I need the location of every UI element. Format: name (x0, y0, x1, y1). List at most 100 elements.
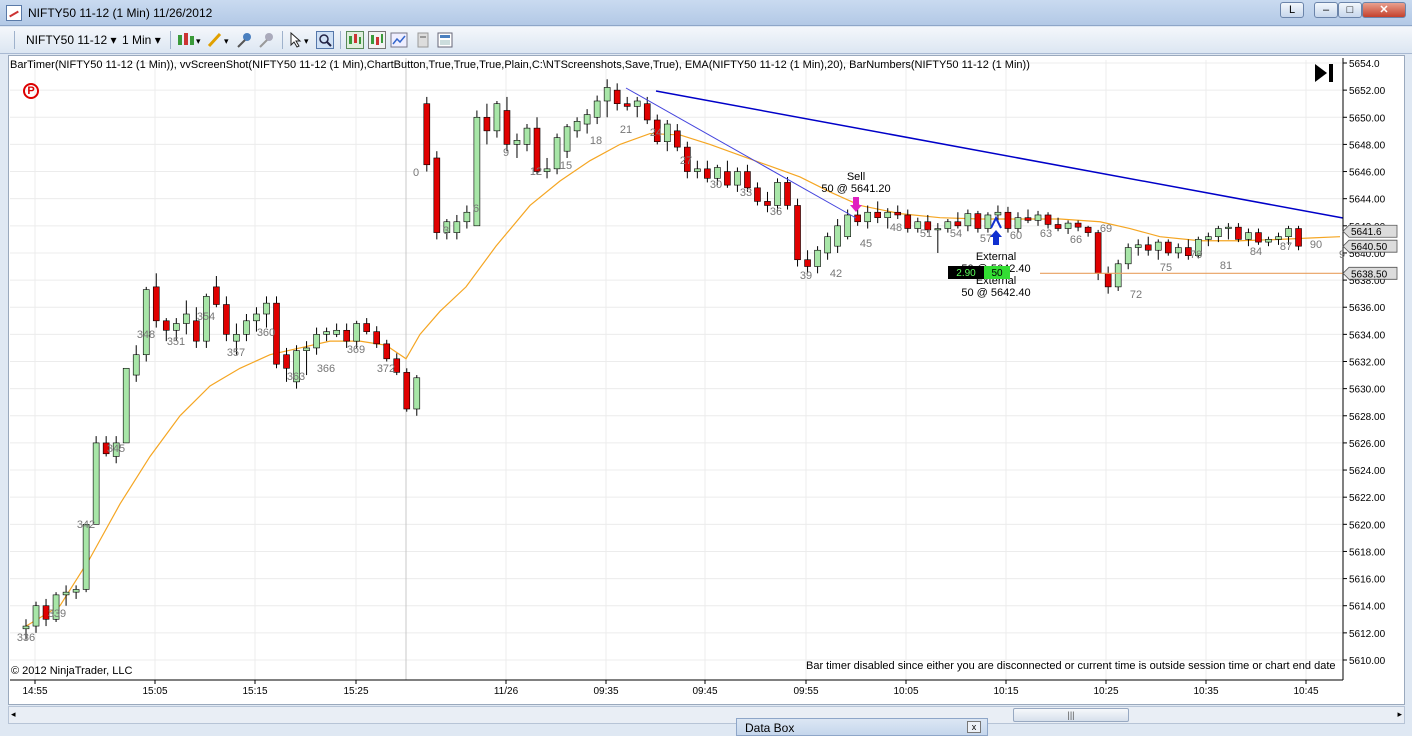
candle-body (794, 205, 801, 261)
candle-body (162, 320, 170, 331)
bar-number-label: 87 (1280, 241, 1292, 253)
candle (1265, 236, 1272, 247)
candle-body (1205, 236, 1212, 240)
candle-body (824, 236, 831, 254)
data-box-panel[interactable]: Data Box x (736, 718, 988, 736)
candle-body (142, 289, 150, 356)
bar-number-label: 12 (530, 166, 542, 178)
bar-number-label: 372 (377, 363, 395, 375)
price-tick-label: 5612.00 (1349, 629, 1386, 640)
bar-number-label: 366 (317, 363, 335, 375)
price-tick-label: 5636.00 (1349, 303, 1386, 314)
candle-body (984, 214, 992, 229)
candle-body (1225, 226, 1232, 229)
chart-horizontal-scrollbar[interactable]: ||| ◂ ▸ (8, 706, 1405, 724)
candle-body (1164, 241, 1172, 254)
candle-body (1275, 236, 1282, 240)
candle-body (263, 302, 270, 315)
candle (403, 368, 411, 412)
candle (503, 96, 511, 152)
candle (794, 198, 801, 267)
price-flag: 5641.6 (1342, 224, 1398, 238)
candle-body (673, 130, 681, 148)
p-marker-icon[interactable]: P (23, 83, 39, 99)
candle-body (173, 323, 180, 331)
price-chart[interactable]: 5610.00 5612.00 5614.00 5616.00 5618.00 5620.… (0, 0, 1412, 736)
price-tick-label: 5632.00 (1349, 358, 1386, 369)
candle (974, 210, 982, 233)
scroll-right-arrow-icon[interactable]: ▸ (1397, 709, 1402, 720)
bar-number-label: 24 (650, 127, 662, 139)
candle-body (1235, 226, 1242, 240)
candle-body (994, 211, 1002, 216)
sell-fill-label: 50 @ 5641.20 (821, 183, 890, 195)
candle-body (1034, 214, 1042, 221)
candle-body (694, 168, 701, 172)
candle-body (1144, 244, 1152, 251)
ema-polyline (25, 132, 1341, 627)
time-tick-label: 11/26 (494, 686, 519, 697)
bar-number-label: 90 (1310, 239, 1322, 251)
candle-body (132, 354, 140, 376)
candle (593, 95, 601, 125)
candle-body (62, 591, 70, 596)
candle (142, 286, 150, 362)
time-tick-label: 10:35 (1193, 686, 1218, 697)
price-tick-label: 5644.00 (1349, 195, 1386, 206)
candle-body (1295, 228, 1302, 247)
bar-number-label: 60 (1010, 230, 1022, 242)
candle (1255, 228, 1262, 245)
chart-grid (10, 58, 1343, 680)
time-tick-label: 14:55 (22, 686, 47, 697)
price-tick-label: 5646.00 (1349, 168, 1386, 179)
scrollbar-thumb[interactable]: ||| (1013, 708, 1129, 722)
bar-number-label: 18 (590, 135, 602, 147)
time-tick-label: 15:05 (142, 686, 167, 697)
candle (313, 327, 320, 355)
candle-body (1044, 214, 1052, 225)
candle-body (643, 103, 651, 121)
skip-to-end-icon[interactable] (1312, 62, 1336, 84)
candle (1074, 220, 1082, 232)
candle (814, 246, 821, 274)
candle (834, 219, 841, 253)
candle (663, 119, 671, 152)
candle-body (1215, 228, 1222, 237)
candle (263, 296, 270, 328)
bar-number-label: 45 (860, 238, 872, 250)
scroll-left-arrow-icon[interactable]: ◂ (11, 709, 16, 720)
candle-body (764, 201, 771, 206)
candle (62, 585, 70, 606)
candle (573, 117, 581, 138)
bar-timer-message: Bar timer disabled since either you are … (806, 660, 1336, 672)
bar-number-label: 339 (48, 608, 66, 620)
bar-number-label: 48 (890, 222, 902, 234)
time-tick-label: 15:15 (242, 686, 267, 697)
candle-body (844, 214, 851, 237)
price-tick-label: 5622.00 (1349, 493, 1386, 504)
candle-body (32, 605, 40, 627)
bar-number-label: 336 (17, 632, 35, 644)
price-tick-label: 5614.00 (1349, 602, 1386, 613)
candle (754, 182, 761, 206)
bar-number-label: 348 (137, 329, 155, 341)
bar-number-label: 54 (950, 228, 962, 240)
data-box-close-button[interactable]: x (967, 721, 981, 733)
price-tick-label: 5610.00 (1349, 656, 1386, 667)
candle (1034, 210, 1042, 226)
candle-body (1124, 247, 1132, 265)
candle-body (403, 372, 411, 410)
candle-body (1014, 217, 1022, 229)
candle (1064, 220, 1072, 234)
bar-number-label: 363 (287, 371, 305, 383)
candle-body (233, 334, 240, 342)
candle-body (884, 211, 892, 218)
bar-number-label: 342 (77, 519, 95, 531)
price-flag: 5640.50 (1342, 239, 1398, 253)
candle-body (223, 304, 230, 335)
candle-body (1024, 217, 1032, 221)
time-tick-label: 09:35 (593, 686, 618, 697)
external-fill-label: 50 @ 5642.40 (961, 287, 1030, 299)
candle (1094, 229, 1102, 281)
candle-body (122, 367, 130, 444)
